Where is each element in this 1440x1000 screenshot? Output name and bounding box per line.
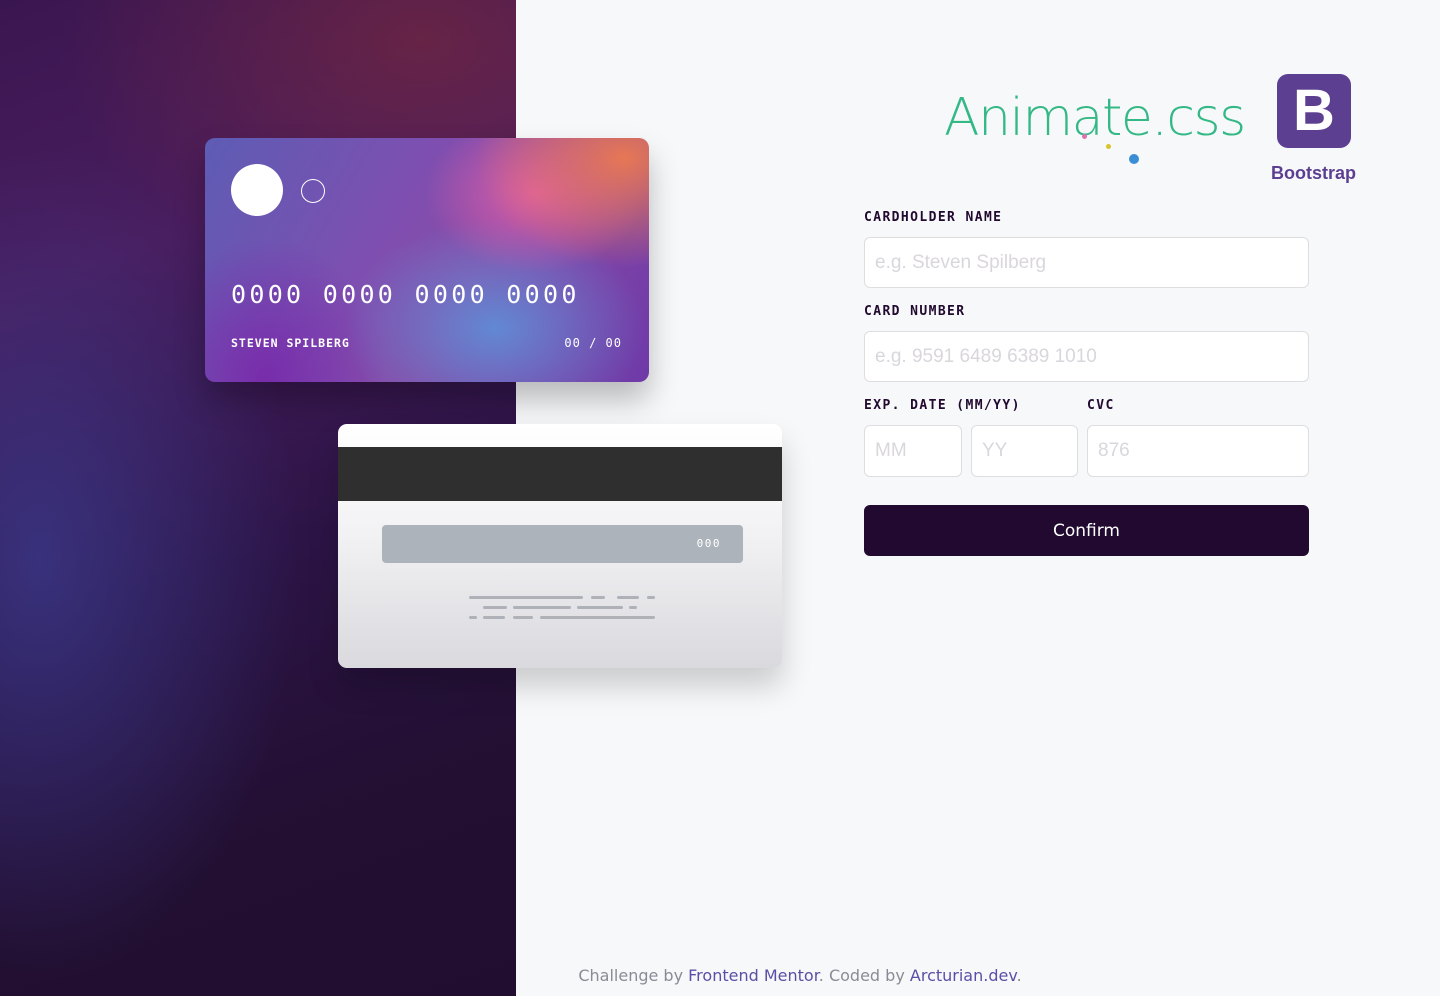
card-number-input[interactable] bbox=[864, 331, 1309, 382]
cvc-input[interactable] bbox=[1087, 425, 1309, 477]
card-expiry-display: 00 / 00 bbox=[564, 336, 622, 350]
cardholder-name-label: CARDHOLDER NAME bbox=[864, 210, 1003, 225]
card-cvc-display: 000 bbox=[696, 537, 721, 550]
bootstrap-logo-label: Bootstrap bbox=[1271, 163, 1356, 183]
exp-year-input[interactable] bbox=[971, 425, 1078, 477]
card-logo-circle-small-icon bbox=[301, 179, 325, 203]
exp-date-label: EXP. DATE (MM/YY) bbox=[864, 398, 1021, 413]
exp-month-input[interactable] bbox=[864, 425, 962, 477]
card-logo-circle-large-icon bbox=[231, 164, 283, 216]
card-back: 000 bbox=[338, 424, 782, 668]
animate-logo-dot-blue bbox=[1129, 154, 1139, 164]
bootstrap-icon: B bbox=[1277, 74, 1351, 148]
footer-suffix: . bbox=[1016, 966, 1022, 985]
coder-link[interactable]: Arcturian.dev bbox=[910, 966, 1017, 985]
footer-middle: . Coded by bbox=[818, 966, 910, 985]
footer-prefix: Challenge by bbox=[578, 966, 689, 985]
animate-logo-dot-pink bbox=[1082, 134, 1087, 139]
animate-logo-dot-yellow bbox=[1106, 144, 1111, 149]
magnetic-stripe bbox=[338, 447, 782, 501]
animate-css-logo: Animate.css bbox=[944, 88, 1246, 148]
attribution-footer: Challenge by Frontend Mentor. Coded by A… bbox=[0, 966, 1440, 985]
card-holder-display: STEVEN SPILBERG bbox=[231, 336, 350, 350]
cardholder-name-input[interactable] bbox=[864, 237, 1309, 288]
card-number-display: 0000 0000 0000 0000 bbox=[231, 280, 580, 309]
signature-strip: 000 bbox=[382, 525, 743, 563]
confirm-button[interactable]: Confirm bbox=[864, 505, 1309, 556]
card-number-label: CARD NUMBER bbox=[864, 304, 966, 319]
cvc-label: CVC bbox=[1087, 398, 1115, 413]
frontend-mentor-link[interactable]: Frontend Mentor bbox=[688, 966, 819, 985]
card-front: 0000 0000 0000 0000 STEVEN SPILBERG 00 /… bbox=[205, 138, 649, 382]
